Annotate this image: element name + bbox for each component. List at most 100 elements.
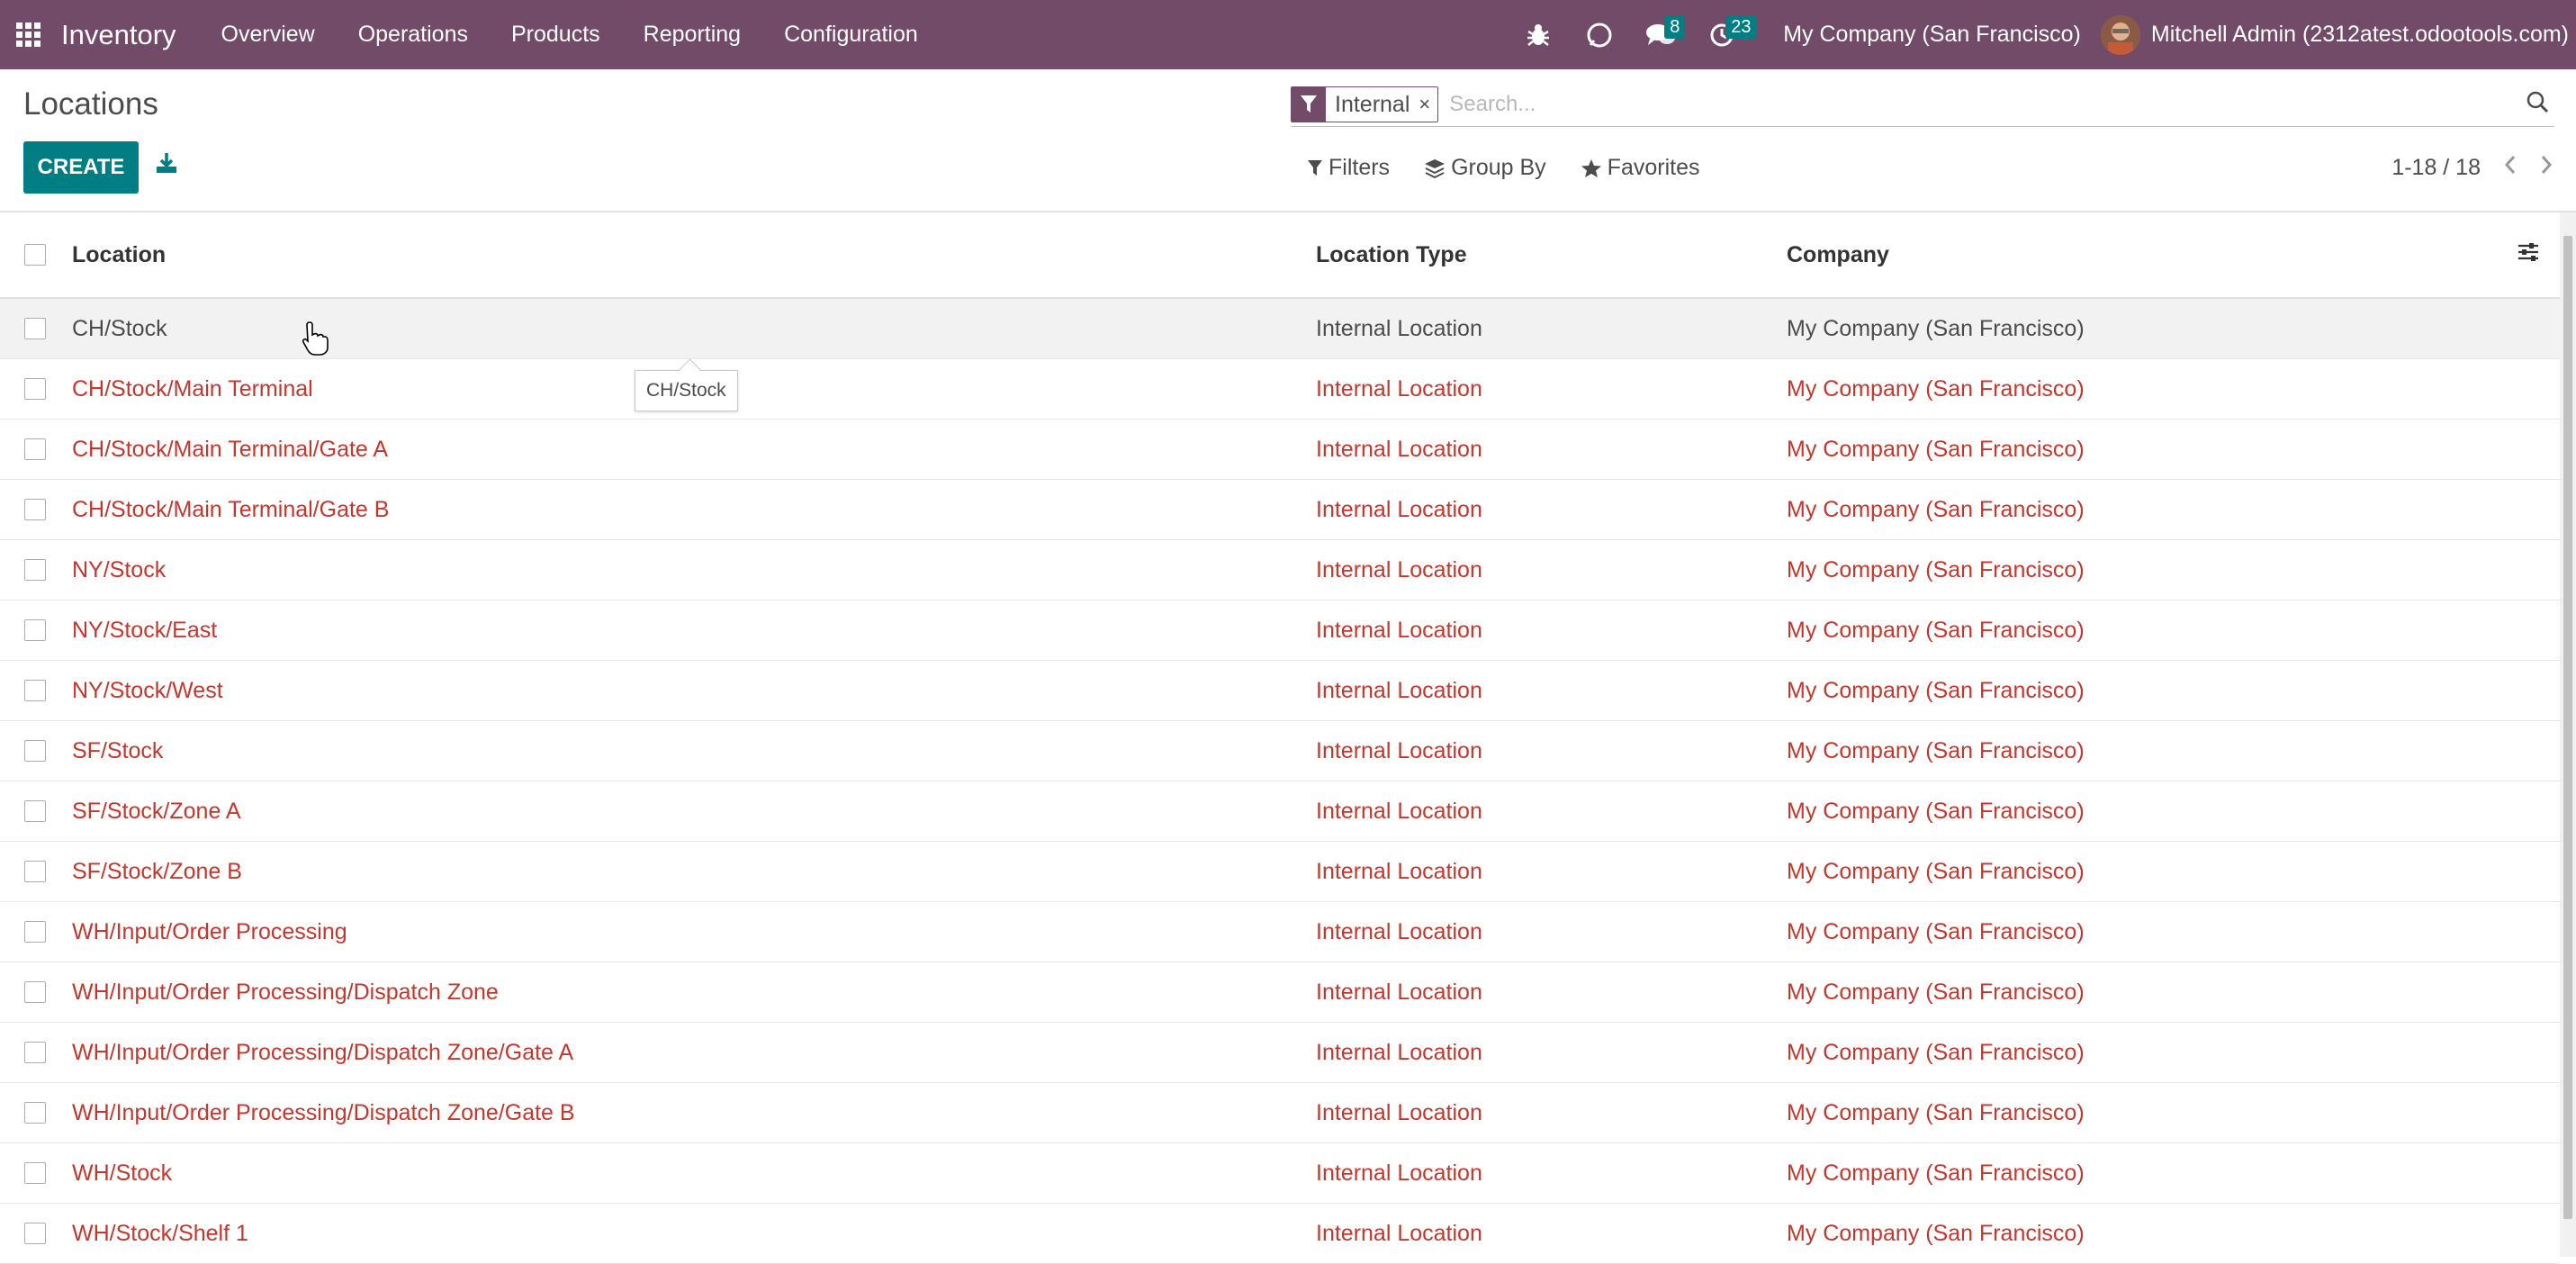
cell-location-type: Internal Location	[1316, 496, 1482, 522]
cell-location-type: Internal Location	[1316, 737, 1482, 763]
cell-location: WH/Input/Order Processing/Dispatch Zone/…	[72, 1099, 575, 1125]
table-row[interactable]: WH/Stock/Shelf 1 Internal Location My Comp…	[0, 1204, 2560, 1264]
cell-location: WH/Stock	[72, 1160, 173, 1186]
row-checkbox[interactable]	[24, 680, 46, 701]
table-row[interactable]: NY/Stock/West Internal Location My Company…	[0, 661, 2560, 721]
table-row[interactable]: SF/Stock Internal Location My Company (San…	[0, 721, 2560, 781]
row-checkbox[interactable]	[24, 981, 46, 1003]
row-checkbox[interactable]	[24, 921, 46, 943]
cell-company: My Company (San Francisco)	[1787, 737, 2085, 763]
filter-icon	[1292, 87, 1326, 122]
filter-icon	[1308, 159, 1322, 176]
column-header-location[interactable]: Location	[72, 242, 1316, 268]
company-switcher[interactable]: My Company (San Francisco)	[1783, 22, 2081, 48]
row-checkbox[interactable]	[24, 499, 46, 520]
table-row[interactable]: WH/Stock Internal Location My Company (San…	[0, 1143, 2560, 1204]
table-row[interactable]: WH/Input/Order Processing Internal Locati…	[0, 902, 2560, 962]
pager-value[interactable]: 1-18 / 18	[2391, 155, 2481, 181]
row-checkbox[interactable]	[24, 1223, 46, 1244]
row-checkbox[interactable]	[24, 378, 46, 400]
cell-location: WH/Input/Order Processing	[72, 918, 347, 944]
row-checkbox[interactable]	[24, 800, 46, 822]
clock-icon[interactable]: 23	[1704, 14, 1757, 53]
cell-company: My Company (San Francisco)	[1787, 1220, 2085, 1246]
bug-icon[interactable]	[1520, 17, 1556, 53]
cell-location: CH/Stock/Main Terminal/Gate A	[72, 436, 389, 462]
select-all-checkbox[interactable]	[24, 244, 46, 266]
facet-value: Internal	[1335, 91, 1410, 117]
top-navbar: Inventory Overview Operations Products R…	[0, 0, 2576, 69]
table-row[interactable]: WH/Input/Order Processing/Dispatch Zone I…	[0, 962, 2560, 1023]
table-row[interactable]: NY/Stock Internal Location My Company (San…	[0, 540, 2560, 600]
favorites-button[interactable]: Favorites	[1581, 155, 1700, 181]
chevron-right-icon[interactable]	[2540, 155, 2553, 181]
cell-company: My Company (San Francisco)	[1787, 979, 2085, 1005]
cell-location-type: Internal Location	[1316, 375, 1482, 402]
scrollbar-thumb[interactable]	[2563, 236, 2572, 1219]
cell-location: SF/Stock/Zone B	[72, 858, 242, 884]
column-header-company[interactable]: Company	[1787, 242, 2417, 268]
cell-company: My Company (San Francisco)	[1787, 436, 2085, 462]
column-header-location-type[interactable]: Location Type	[1316, 242, 1787, 268]
cell-company: My Company (San Francisco)	[1787, 918, 2085, 944]
table-row[interactable]: SF/Stock/Zone B Internal Location My Compa…	[0, 842, 2560, 902]
table-row[interactable]: CH/Stock/Main Terminal/Gate A Internal Lo…	[0, 420, 2560, 480]
search-input[interactable]	[1447, 91, 2442, 118]
menu-reporting[interactable]: Reporting	[622, 22, 762, 48]
favorites-label: Favorites	[1607, 155, 1700, 180]
group-by-button[interactable]: Group By	[1424, 155, 1546, 181]
menu-products[interactable]: Products	[490, 22, 622, 48]
pager: 1-18 / 18	[2391, 155, 2553, 181]
cell-location-type: Internal Location	[1316, 858, 1482, 884]
filters-button[interactable]: Filters	[1307, 155, 1390, 181]
page-title: Locations	[23, 86, 158, 122]
row-checkbox[interactable]	[24, 740, 46, 762]
row-checkbox[interactable]	[24, 861, 46, 882]
chevron-left-icon[interactable]	[2504, 155, 2517, 181]
cell-company: My Company (San Francisco)	[1787, 677, 2085, 703]
facet-close-icon[interactable]: ×	[1419, 93, 1437, 116]
row-checkbox[interactable]	[24, 318, 46, 339]
optional-columns-icon[interactable]	[2517, 241, 2544, 268]
row-checkbox[interactable]	[24, 1042, 46, 1063]
cell-company: My Company (San Francisco)	[1787, 798, 2085, 824]
cell-location-type: Internal Location	[1316, 315, 1482, 341]
create-button[interactable]: CREATE	[23, 141, 139, 194]
row-checkbox[interactable]	[24, 1162, 46, 1184]
cell-company: My Company (San Francisco)	[1787, 496, 2085, 522]
chat-icon[interactable]: 8	[1643, 14, 1686, 53]
table-row[interactable]: NY/Stock/East Internal Location My Company…	[0, 600, 2560, 661]
row-checkbox[interactable]	[24, 559, 46, 581]
download-icon[interactable]	[155, 151, 182, 178]
search-facet[interactable]: Internal ×	[1291, 86, 1439, 122]
cell-location: CH/Stock	[72, 315, 167, 341]
table-row[interactable]: WH/Input/Order Processing/Dispatch Zone/…	[0, 1083, 2560, 1143]
table-row[interactable]: CH/Stock/Main Terminal/Gate B Internal Lo…	[0, 480, 2560, 540]
cell-location-type: Internal Location	[1316, 1160, 1482, 1186]
vertical-scrollbar[interactable]	[2560, 212, 2576, 1257]
user-menu[interactable]: Mitchell Admin (2312atest.odootools.com)	[2151, 22, 2569, 48]
row-checkbox[interactable]	[24, 619, 46, 641]
row-checkbox[interactable]	[24, 1102, 46, 1124]
cell-location-type: Internal Location	[1316, 1039, 1482, 1065]
avatar[interactable]	[2100, 14, 2140, 55]
search-icon[interactable]	[2526, 90, 2553, 117]
menu-configuration[interactable]: Configuration	[762, 22, 940, 48]
cell-location-type: Internal Location	[1316, 677, 1482, 703]
table-row[interactable]: SF/Stock/Zone A Internal Location My Compa…	[0, 781, 2560, 842]
cell-location-type: Internal Location	[1316, 436, 1482, 462]
table-row[interactable]: WH/Input/Order Processing/Dispatch Zone/…	[0, 1023, 2560, 1083]
search-bar: Internal ×	[1291, 83, 2554, 127]
apps-grid-icon[interactable]	[16, 22, 41, 48]
cell-location-type: Internal Location	[1316, 798, 1482, 824]
app-name[interactable]: Inventory	[61, 19, 176, 51]
discuss-icon[interactable]	[1581, 17, 1617, 53]
table-row[interactable]: CH/Stock Internal Location My Company (San…	[0, 299, 2560, 359]
table-row[interactable]: CH/Stock/Main Terminal Internal Location M…	[0, 359, 2560, 420]
row-checkbox[interactable]	[24, 438, 46, 460]
menu-operations[interactable]: Operations	[337, 22, 490, 48]
hand-cursor-icon	[301, 321, 329, 357]
cell-company: My Company (San Francisco)	[1787, 858, 2085, 884]
menu-overview[interactable]: Overview	[200, 22, 337, 48]
group-by-label: Group By	[1451, 155, 1546, 180]
